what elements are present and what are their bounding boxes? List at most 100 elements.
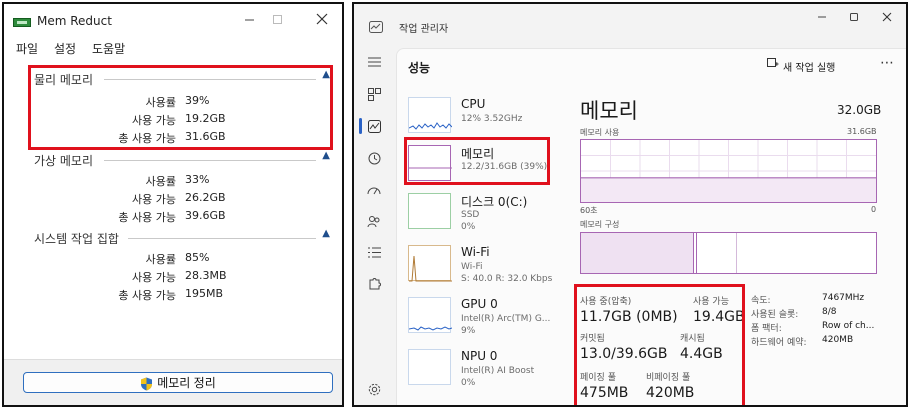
menu-help[interactable]: 도움말 (92, 40, 125, 57)
slots-value: 8/8 (822, 307, 837, 317)
menu-bar: 파일 설정 도움말 (4, 38, 342, 58)
maximize-icon (272, 15, 282, 24)
form-factor-value: Row of ch... (822, 321, 875, 331)
close-button[interactable] (872, 9, 902, 29)
npu-thumbnail (408, 349, 451, 385)
resource-item-memory[interactable]: 메모리 12.2/31.6GB (39%) (397, 137, 567, 191)
resource-item-cpu[interactable]: CPU 12% 3.52GHz (397, 95, 567, 143)
window-title: Mem Reduct (37, 14, 112, 28)
resource-detail-2: 0% (461, 378, 476, 388)
clean-memory-button[interactable]: 메모리 정리 (23, 372, 333, 393)
group-virtual-memory-header[interactable]: 가상 메모리 ▲ (32, 150, 332, 169)
memory-usage-area (581, 177, 876, 202)
resource-item-gpu[interactable]: GPU 0 Intel(R) Arc(TM) G... 9% (397, 295, 567, 343)
wifi-thumbnail (408, 245, 452, 282)
graph-axis-left: 60초 (580, 206, 598, 215)
speed-value: 7467MHz (822, 293, 865, 303)
maximize-button[interactable] (839, 9, 869, 29)
composition-in-use (581, 233, 693, 273)
speed-label: 속도: (751, 296, 771, 306)
stat-row: 사용률 33% (4, 173, 304, 191)
stat-label: 사용 가능 (132, 193, 176, 206)
nav-performance[interactable] (365, 117, 383, 135)
stat-label: 사용 가능 (132, 271, 176, 284)
mem-reduct-window: Mem Reduct 파일 설정 도움말 물리 메모리 ▲ 사용률 39% 사용 … (2, 2, 344, 407)
highlight-box (28, 65, 333, 150)
resource-detail-2: 0% (461, 222, 476, 232)
memory-chip-icon (13, 18, 31, 27)
page-title: 성능 (408, 61, 431, 75)
memory-total: 32.0GB (837, 103, 882, 117)
gear-icon (368, 383, 380, 395)
task-manager-titlebar: 작업 관리자 (354, 4, 906, 40)
run-new-task-button[interactable]: 새 작업 실행 (783, 59, 835, 74)
stat-value: 195MB (185, 287, 224, 300)
resource-item-npu[interactable]: NPU 0 Intel(R) AI Boost 0% (397, 347, 567, 395)
slots-label: 사용된 슬롯: (751, 310, 799, 320)
nav-services[interactable] (365, 274, 383, 292)
processes-icon (367, 87, 381, 101)
gpu-thumbnail (408, 297, 453, 333)
nav-processes[interactable] (365, 85, 383, 103)
resource-detail-2: S: 40.0 R: 32.0 Kbps (461, 274, 553, 284)
nav-details[interactable] (365, 243, 383, 261)
nav-startup-apps[interactable] (365, 181, 383, 199)
memory-usage-graph (580, 139, 877, 203)
graph-axis-right: 0 (871, 205, 877, 214)
task-manager-window: 작업 관리자 성능 새 작업 실행 ⋯ CPU 12% 3.52GHz 메모리 … (352, 2, 908, 407)
clean-memory-label: 메모리 정리 (157, 376, 216, 390)
more-options-icon[interactable]: ⋯ (880, 55, 895, 71)
stat-row: 총 사용 가능 39.6GB (4, 209, 304, 227)
resource-item-wifi[interactable]: Wi-Fi Wi-Fi S: 40.0 R: 32.0 Kbps (397, 243, 567, 291)
stat-value: 26.2GB (185, 191, 226, 204)
form-factor-label: 폼 팩터: (751, 324, 782, 334)
resource-detail: SSD (461, 210, 480, 220)
memory-stats-panel: 물리 메모리 ▲ 사용률 39% 사용 가능 19.2GB 총 사용 가능 31.6G… (4, 60, 342, 360)
new-task-icon (767, 58, 779, 67)
stat-value: 28.3MB (185, 269, 227, 282)
details-list-icon (367, 247, 381, 257)
stat-row: 사용 가능 26.2GB (4, 191, 304, 209)
maximize-icon (850, 13, 858, 21)
minimize-button[interactable] (234, 12, 264, 32)
collapse-caret-icon: ▲ (322, 150, 330, 161)
minimize-button[interactable] (807, 9, 837, 29)
mem-reduct-titlebar: Mem Reduct (4, 4, 342, 38)
hardware-reserved-value: 420MB (822, 335, 854, 345)
group-system-working-set-header[interactable]: 시스템 작업 집합 ▲ (32, 228, 332, 247)
cpu-thumbnail (408, 97, 453, 133)
highlight-box (574, 284, 745, 405)
nav-users[interactable] (365, 212, 383, 230)
minimize-icon (244, 19, 254, 21)
minimize-icon (818, 16, 826, 18)
uac-shield-icon (141, 377, 153, 391)
resource-name: NPU 0 (461, 349, 498, 363)
stat-label: 총 사용 가능 (118, 211, 176, 224)
nav-settings[interactable] (365, 380, 383, 398)
close-button[interactable] (307, 12, 337, 32)
memory-composition-label: 메모리 구성 (580, 220, 620, 229)
users-icon (367, 215, 380, 227)
memory-composition-bar (580, 232, 877, 274)
task-manager-icon (369, 21, 383, 33)
menu-settings[interactable]: 설정 (54, 40, 76, 57)
resource-name: GPU 0 (461, 297, 498, 311)
history-icon (368, 152, 380, 164)
resource-item-disk[interactable]: 디스크 0(C:) SSD 0% (397, 191, 567, 239)
resource-detail: Intel(R) AI Boost (461, 366, 535, 376)
navigation-rail (354, 44, 394, 405)
hamburger-icon (367, 57, 381, 67)
menu-file[interactable]: 파일 (16, 40, 38, 57)
stat-value: 85% (185, 251, 210, 264)
resource-name: Wi-Fi (461, 245, 490, 259)
collapse-caret-icon: ▲ (322, 228, 330, 239)
nav-app-history[interactable] (365, 149, 383, 167)
hardware-reserved-label: 하드웨어 예약: (751, 338, 807, 348)
maximize-button[interactable] (262, 12, 292, 32)
stat-label: 사용률 (145, 175, 176, 188)
hamburger-menu-button[interactable] (365, 53, 383, 71)
resource-detail: Intel(R) Arc(TM) G... (461, 314, 551, 324)
close-icon (882, 12, 892, 22)
performance-icon (367, 119, 381, 133)
group-title: 가상 메모리 (34, 152, 94, 169)
